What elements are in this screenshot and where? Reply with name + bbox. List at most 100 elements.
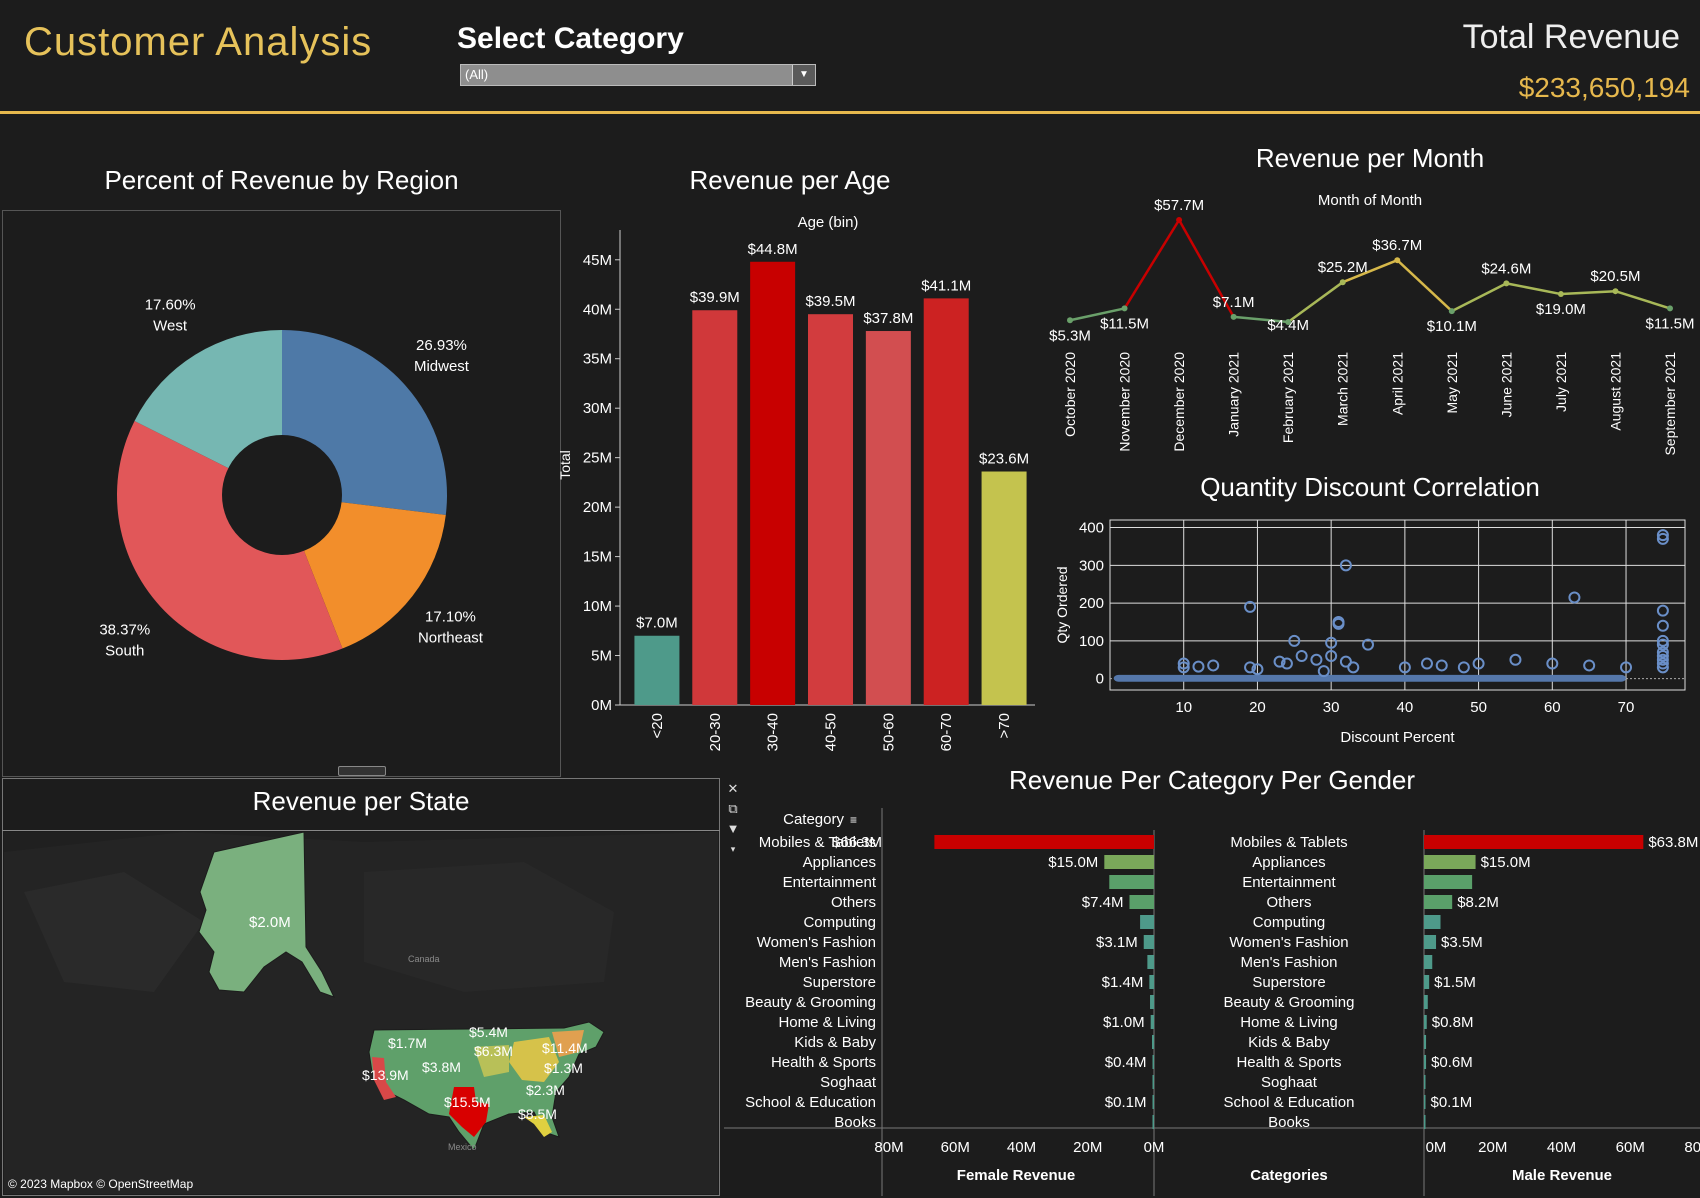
map-svg: $2.0M Canada $1.7M $5.4M $6.3M $11.4M $3… <box>4 832 718 1194</box>
us-state-map[interactable]: $2.0M Canada $1.7M $5.4M $6.3M $11.4M $3… <box>4 832 718 1194</box>
month-point <box>1557 291 1564 298</box>
month-x-tick-label: December 2020 <box>1171 352 1187 452</box>
month-x-tick-label: May 2021 <box>1444 352 1460 414</box>
month-value-label: $5.3M <box>1049 327 1091 344</box>
month-line-segment <box>1123 219 1181 310</box>
scatter-point <box>1457 661 1470 674</box>
male-bar <box>1424 955 1433 969</box>
scatter-x-tick-label: 10 <box>1175 699 1192 716</box>
category-center-label: Soghaat <box>1261 1074 1318 1091</box>
pie-region-label: West <box>153 318 188 335</box>
scatter-x-tick-label: 20 <box>1249 699 1266 716</box>
age-bar <box>750 261 796 705</box>
female-axis-title: Female Revenue <box>957 1167 1075 1184</box>
female-bar <box>1150 995 1154 1009</box>
female-tick-label: 20M <box>1073 1139 1102 1156</box>
month-point <box>1339 279 1346 286</box>
scatter-y-tick-label: 400 <box>1079 520 1104 537</box>
male-bar <box>1424 1035 1427 1049</box>
category-row-label: Others <box>831 894 876 911</box>
age-y-tick-label: 30M <box>583 400 612 417</box>
male-bar <box>1424 835 1644 849</box>
male-tick-label: 80M <box>1684 1139 1700 1156</box>
resize-handle[interactable] <box>338 766 386 776</box>
male-value-label: $8.2M <box>1457 894 1499 911</box>
state-label: $5.4M <box>469 1024 508 1040</box>
month-line-segment <box>1506 282 1562 296</box>
month-x-tick-label: April 2021 <box>1389 352 1405 415</box>
male-bar <box>1424 855 1476 869</box>
category-center-label: Entertainment <box>1242 874 1336 891</box>
age-axis-title: Age (bin) <box>798 214 859 231</box>
scatter-chart: 10 20 30 40 50 60 70 0 100 200 300 400 Discount Perc… <box>1054 519 1686 746</box>
month-x-tick-label: January 2021 <box>1226 352 1242 437</box>
month-point <box>1503 280 1510 287</box>
female-bar <box>1152 1055 1154 1069</box>
state-label: $1.7M <box>388 1035 427 1051</box>
select-category-label: Select Category <box>457 22 684 55</box>
male-bar <box>1424 935 1437 949</box>
male-bar <box>1424 875 1473 889</box>
scatter-plot-area <box>1109 519 1686 691</box>
month-value-label: $11.5M <box>1646 315 1695 332</box>
pie-chart: 26.93% Midwest 17.10% Northeast 38.37% South 1… <box>99 297 484 660</box>
month-value-label: $19.0M <box>1536 301 1586 318</box>
female-value-label: $3.1M <box>1096 934 1138 951</box>
alaska-label: $2.0M <box>249 914 291 931</box>
female-bar <box>1129 895 1154 909</box>
age-chart-title: Revenue per Age <box>689 165 891 195</box>
category-chart-title: Revenue Per Category Per Gender <box>1008 765 1416 795</box>
female-value-label: $1.4M <box>1102 974 1144 991</box>
category-center-label: Health & Sports <box>1236 1054 1341 1071</box>
month-point <box>1067 317 1073 324</box>
category-row-label: Entertainment <box>783 874 877 891</box>
female-bar <box>1140 915 1154 929</box>
category-center-label: Men's Fashion <box>1240 954 1337 971</box>
category-header: Category <box>783 811 844 828</box>
category-row-label: Beauty & Grooming <box>745 994 876 1011</box>
male-bar <box>1424 915 1441 929</box>
female-bar <box>1104 855 1154 869</box>
age-y-tick-label: 5M <box>591 648 612 665</box>
category-dropdown[interactable]: (All) ▼ <box>460 64 816 86</box>
pie-region-label: Northeast <box>418 629 484 646</box>
age-y-tick-label: 0M <box>591 697 612 714</box>
category-gender-chart: Category ≡Mobiles & Tablets Mobiles & Tabl… <box>724 808 1700 1196</box>
total-revenue-value: $233,650,194 <box>1518 72 1690 103</box>
male-tick-label: 60M <box>1616 1139 1645 1156</box>
page-title: Customer Analysis <box>24 20 373 64</box>
place-label-mexico: Mexico <box>448 1142 477 1152</box>
month-value-label: $10.1M <box>1427 318 1477 335</box>
state-label: $15.5M <box>444 1094 491 1110</box>
month-value-label: $24.6M <box>1481 260 1531 277</box>
month-point <box>1121 305 1128 312</box>
scatter-x-tick-label: 50 <box>1470 699 1487 716</box>
age-bar <box>981 471 1027 705</box>
category-row-label: Women's Fashion <box>757 934 876 951</box>
category-center-label: School & Education <box>1224 1094 1355 1111</box>
scatter-x-tick-label: 40 <box>1397 699 1414 716</box>
age-bar-chart: Age (bin) 0M 5M 10M 15M 20M 25M 30M 35M 40M 45M Tot… <box>560 214 1035 751</box>
state-label: $2.3M <box>526 1082 565 1098</box>
age-y-tick-label: 10M <box>583 598 612 615</box>
month-point <box>1176 217 1183 223</box>
category-row-label: School & Education <box>745 1094 876 1111</box>
female-bar <box>1150 1015 1154 1029</box>
age-x-tick-label: 20-30 <box>707 713 724 751</box>
age-bar-label: $41.1M <box>921 277 971 294</box>
month-x-tick-label: February 2021 <box>1280 352 1296 443</box>
male-bar <box>1424 995 1428 1009</box>
scatter-point <box>1420 657 1433 670</box>
month-point <box>1612 288 1619 295</box>
age-bar-label: $39.5M <box>805 293 855 310</box>
month-x-tick-label: June 2021 <box>1498 352 1514 418</box>
pie-pct-label: 26.93% <box>416 337 467 354</box>
scatter-point <box>1509 653 1522 666</box>
category-row-label: Men's Fashion <box>779 954 876 971</box>
age-y-tick-label: 40M <box>583 301 612 318</box>
month-x-tick-label: July 2021 <box>1553 352 1569 412</box>
female-bar <box>1152 1075 1154 1089</box>
age-bar-label: $44.8M <box>748 241 798 258</box>
age-x-tick-label: 40-50 <box>823 713 840 751</box>
chevron-down-icon[interactable]: ▼ <box>792 65 815 85</box>
